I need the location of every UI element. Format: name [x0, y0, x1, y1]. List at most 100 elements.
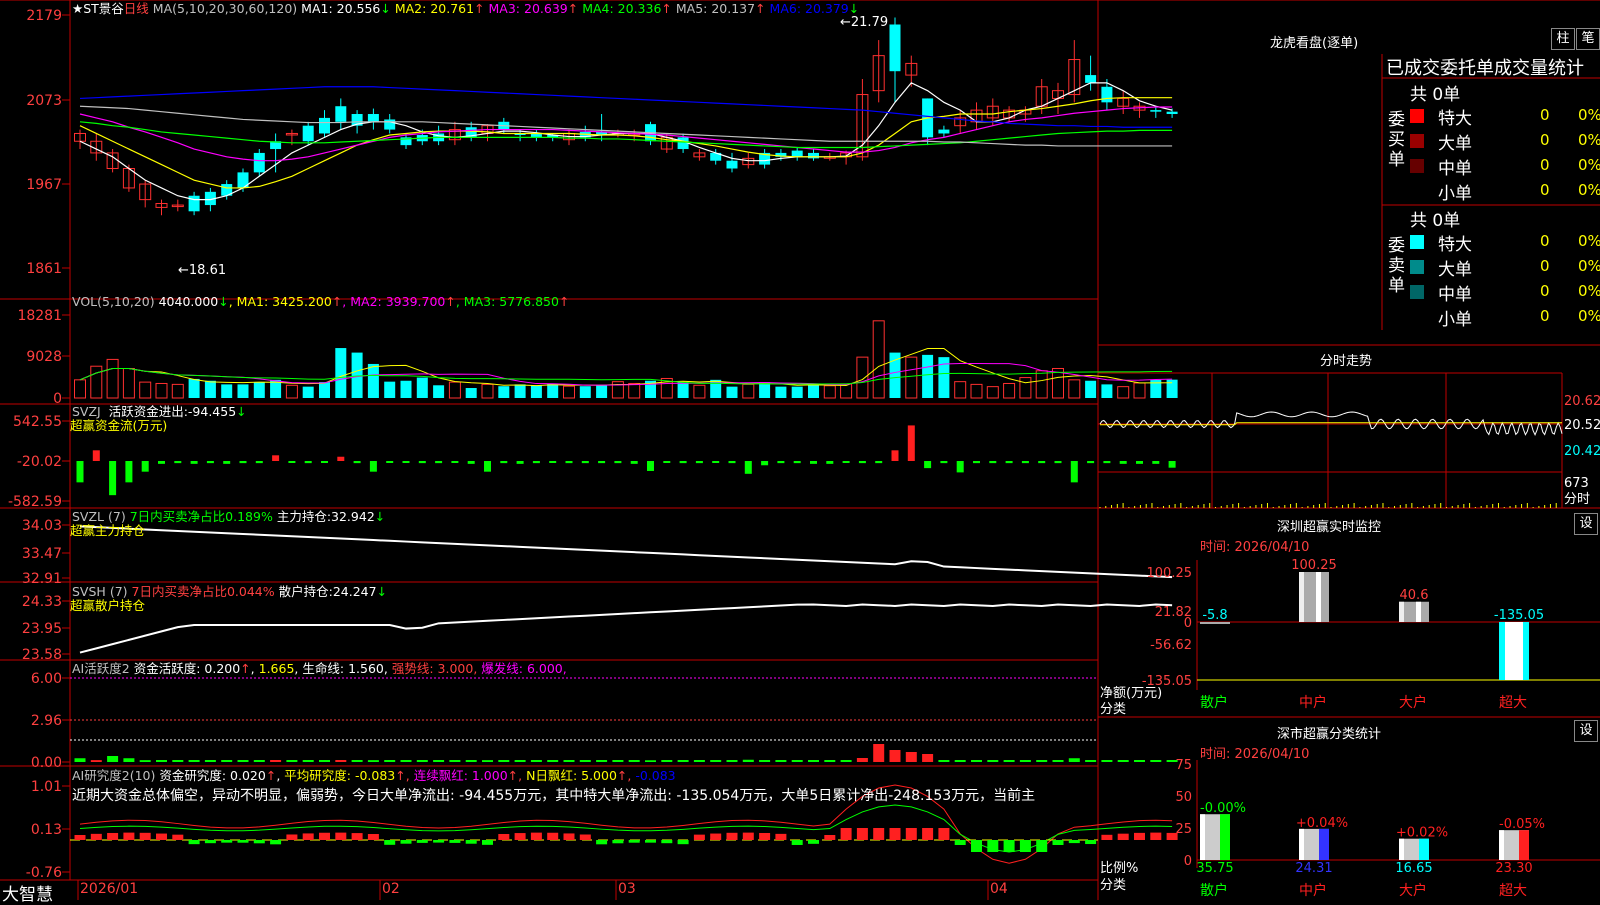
monitor-settings-button[interactable]: 设: [1574, 513, 1598, 535]
classify-cat-label: 超大: [1499, 883, 1527, 899]
ma-value-1: MA1: 20.556: [301, 1, 381, 16]
svzj-axis-tick: 542.55: [13, 414, 62, 430]
ai1-bar: [987, 760, 999, 762]
ai1-bar: [123, 758, 135, 762]
svzj-bar: [989, 461, 997, 464]
svzj-bar: [92, 450, 100, 461]
svsh-desc: 7日内买卖净占比0.044%: [131, 584, 275, 599]
order-row[interactable]: 大单 0 0%: [1410, 255, 1600, 280]
svzj-bar: [272, 455, 280, 461]
order-row[interactable]: 特大 0 0%: [1410, 230, 1600, 255]
ai2-bar: [808, 840, 819, 844]
svzl-name: SVZL: [72, 509, 105, 524]
svzj-bar: [956, 461, 964, 473]
ai1-header: AI活跃度2 资金活跃度: 0.200↑, 1.665, 生命线: 1.560,…: [72, 661, 567, 676]
svzl-header: SVZL (7) 7日内买卖净占比0.189% 主力持仓:32.942↓: [72, 509, 385, 524]
ai2-bar: [335, 832, 347, 840]
svzj-bar: [858, 461, 866, 464]
svzj-bar: [875, 461, 883, 464]
vol-bar-down: [465, 388, 477, 398]
vol-bar-up: [856, 356, 869, 399]
monitor-bar-shade: [1299, 572, 1304, 622]
ai1-bar: [90, 760, 102, 762]
ai2-bar: [710, 833, 722, 840]
svsh-axis-tick: 23.95: [22, 621, 62, 637]
classify-axis-tick: 75: [1175, 758, 1192, 773]
ai1-bar: [824, 760, 836, 762]
ai1-axis-tick: 0.00: [31, 755, 62, 771]
svzj-bar: [777, 461, 785, 464]
svzl-value: 32.942: [331, 509, 375, 524]
ai2-header: AI研究度2(10) 资金研究度: 0.020↑, 平均研究度: -0.083↑…: [72, 768, 676, 783]
order-row[interactable]: 大单 0 0%: [1410, 129, 1600, 154]
classify-cat-label: 中户: [1299, 882, 1327, 899]
buy-side-label: 委买单: [1388, 110, 1405, 170]
intraday-axis-tick: 20.62: [1564, 394, 1600, 409]
ai2-bar: [840, 828, 852, 840]
ai1-bar: [1134, 760, 1145, 762]
ai2-bar: [726, 832, 738, 840]
ai2-bar: [1036, 840, 1048, 852]
ai2-bar: [987, 840, 999, 852]
order-row[interactable]: 中单 0 0%: [1410, 280, 1600, 305]
ai1-bar: [547, 760, 559, 762]
order-swatch: [1410, 134, 1424, 148]
bi-button[interactable]: 笔: [1576, 28, 1600, 50]
ma-value-2: MA2: 20.761: [394, 1, 475, 16]
ai2-bar: [1101, 834, 1113, 840]
ai2-bar: [905, 828, 917, 840]
classify-axis-tick: 50: [1175, 790, 1192, 805]
ai1-bar: [270, 760, 282, 762]
vol-bar-up: [970, 383, 983, 399]
sell-section: 共 0单 特大 0 0% 大单 0 0% 中单 0 0% 小单 0 0%: [1386, 206, 1600, 330]
ai2-bar: [759, 832, 771, 840]
order-pct: 0%: [1578, 131, 1600, 149]
svzj-bar: [1038, 461, 1046, 464]
svzj-bar: [565, 461, 573, 464]
monitor-time: 时间: 2026/04/10: [1200, 540, 1310, 555]
svzj-bar: [728, 461, 736, 464]
ai1-bar: [188, 760, 200, 762]
zhu-button[interactable]: 柱: [1551, 28, 1575, 50]
ai2-bar: [1019, 840, 1031, 852]
classify-bar-accent: [1519, 830, 1529, 860]
order-row[interactable]: 中单 0 0%: [1410, 154, 1600, 179]
svzj-bar: [695, 461, 703, 464]
ai1-bar: [873, 744, 885, 762]
svzl-params: (7): [108, 509, 126, 524]
vol-def: VOL(5,10,20): [72, 294, 155, 309]
order-swatch: [1410, 235, 1424, 249]
svsh-sub: 超赢散户持仓: [70, 598, 146, 613]
svzj-bar: [679, 461, 687, 464]
main-header: ★ST景谷日线 MA(5,10,20,30,60,120) MA1: 20.55…: [72, 1, 859, 16]
ai2-bar: [612, 840, 624, 844]
classify-settings-button[interactable]: 设: [1574, 720, 1598, 742]
svzj-bar: [973, 461, 980, 464]
period-label[interactable]: 日线: [124, 1, 149, 16]
order-row[interactable]: 小单 0 0%: [1410, 305, 1600, 330]
classify-cat-label: 大户: [1399, 882, 1427, 899]
candle-down: [188, 195, 200, 212]
order-row[interactable]: 小单 0 0%: [1410, 179, 1600, 204]
ai1-bar: [384, 760, 396, 762]
svzj-bar: [125, 461, 133, 483]
candle-down: [253, 152, 265, 173]
ai1-value: 0.200: [204, 661, 241, 676]
svzl-sub: 超赢主力持仓: [70, 523, 146, 538]
svzj-bar: [1021, 461, 1029, 464]
svzj-bar: [451, 461, 459, 463]
ai1-bar: [563, 760, 575, 762]
svzj-bar: [712, 461, 720, 463]
order-row[interactable]: 特大 0 0%: [1410, 104, 1600, 129]
monitor-bar-shade: [1399, 601, 1404, 622]
stock-title[interactable]: ★ST景谷: [72, 1, 124, 16]
svzj-bar: [630, 461, 638, 464]
vol-bar-down: [221, 384, 233, 398]
chart-canvas[interactable]: 2179 2073 1967 1861 ←21.79 ←18.61 18281 9028 0 54…: [0, 0, 1600, 900]
svzj-header: SVZJ 活跃资金进出:-94.455↓: [72, 404, 247, 419]
classify-change-label: -0.00%: [1200, 801, 1246, 816]
svzj-bar: [744, 461, 752, 474]
classify-title: 深市超赢分类统计: [1277, 727, 1382, 742]
date-label: 2026/01: [80, 881, 138, 897]
order-pct: 0%: [1578, 282, 1600, 300]
